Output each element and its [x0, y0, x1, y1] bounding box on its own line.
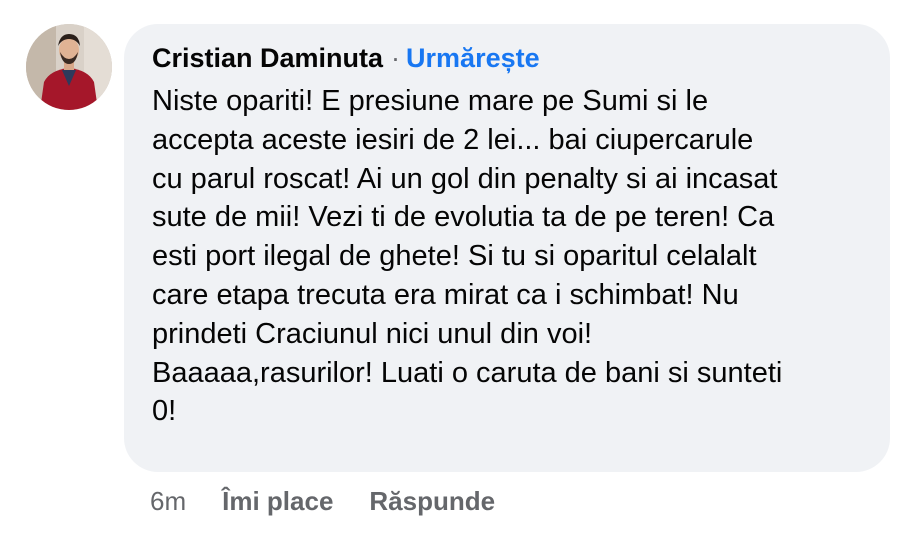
- avatar[interactable]: [26, 24, 112, 110]
- author-name[interactable]: Cristian Daminuta: [152, 43, 383, 73]
- comment-text: Niste opariti! E presiune mare pe Sumi s…: [152, 85, 783, 428]
- timestamp[interactable]: 6m: [150, 484, 186, 518]
- profile-photo-icon: [26, 24, 112, 110]
- comment: Cristian Daminuta · Urmărește Niste oparit…: [0, 0, 900, 536]
- reply-button[interactable]: Răspunde: [369, 484, 495, 518]
- comment-bubble: Cristian Daminuta · Urmărește Niste oparit…: [124, 24, 890, 472]
- like-button[interactable]: Îmi place: [222, 484, 333, 518]
- comment-actions: 6m Îmi place Răspunde: [150, 484, 495, 518]
- follow-button[interactable]: Urmărește: [406, 43, 540, 73]
- comment-header: Cristian Daminuta · Urmărește: [152, 40, 860, 76]
- separator-dot: ·: [391, 43, 401, 73]
